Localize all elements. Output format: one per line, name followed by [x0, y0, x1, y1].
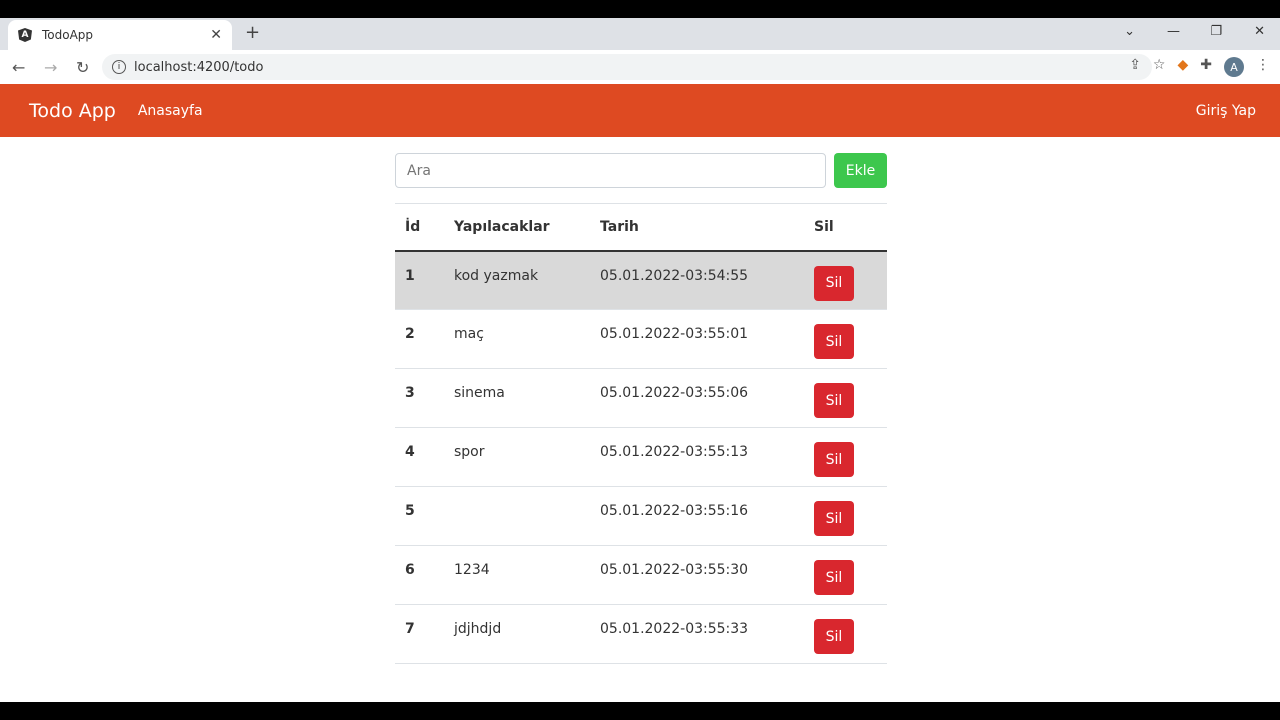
back-icon[interactable]: ←: [12, 58, 32, 77]
table-row: 7 jdjhdjd 05.01.2022-03:55:33 Sil: [395, 604, 887, 664]
column-header: Sil: [804, 203, 887, 252]
todo-task: [444, 486, 590, 546]
login-link[interactable]: Giriş Yap: [1196, 103, 1256, 119]
table-row: 2 maç 05.01.2022-03:55:01 Sil: [395, 309, 887, 369]
delete-button[interactable]: Sil: [814, 560, 854, 595]
delete-cell: Sil: [804, 545, 887, 605]
todo-date: 05.01.2022-03:55:01: [590, 309, 804, 369]
table-row: 6 1234 05.01.2022-03:55:30 Sil: [395, 545, 887, 605]
bookmark-star-icon[interactable]: ☆: [1153, 57, 1166, 77]
browser-tab[interactable]: A TodoApp ✕: [8, 20, 232, 50]
brand-link[interactable]: Todo App: [29, 100, 116, 122]
delete-cell: Sil: [804, 427, 887, 487]
navbar: Todo App Anasayfa Giriş Yap: [0, 84, 1280, 137]
tab-bar: A TodoApp ✕ + ⌄ — ❐ ✕: [0, 18, 1280, 50]
url-text: localhost:4200/todo: [134, 59, 264, 75]
column-header: Tarih: [590, 203, 804, 252]
address-bar: ← → ↻ i localhost:4200/todo ⇪ ☆ ◆ ✚ A ⋮: [0, 50, 1280, 84]
todo-date: 05.01.2022-03:55:33: [590, 604, 804, 664]
column-header: Yapılacaklar: [444, 203, 590, 252]
url-field[interactable]: i localhost:4200/todo: [102, 54, 1152, 80]
avatar[interactable]: A: [1224, 57, 1244, 77]
delete-cell: Sil: [804, 486, 887, 546]
delete-cell: Sil: [804, 250, 887, 310]
tab-search-icon[interactable]: ⌄: [1124, 24, 1135, 39]
info-icon[interactable]: i: [112, 60, 126, 74]
page: Todo App Anasayfa Giriş Yap Ekle İdYapıl…: [0, 84, 1280, 702]
todo-id: 2: [395, 309, 444, 369]
todo-date: 05.01.2022-03:55:06: [590, 368, 804, 428]
table-row: 5 05.01.2022-03:55:16 Sil: [395, 486, 887, 546]
todo-id: 7: [395, 604, 444, 664]
todo-id: 4: [395, 427, 444, 487]
todo-task: jdjhdjd: [444, 604, 590, 664]
search-input[interactable]: [395, 153, 826, 188]
share-icon[interactable]: ⇪: [1129, 57, 1141, 77]
todo-task: spor: [444, 427, 590, 487]
angular-icon: A: [18, 28, 32, 42]
restore-icon[interactable]: ❐: [1210, 24, 1222, 39]
todo-task: 1234: [444, 545, 590, 605]
add-button[interactable]: Ekle: [834, 153, 887, 188]
table-row: 4 spor 05.01.2022-03:55:13 Sil: [395, 427, 887, 487]
todo-id: 5: [395, 486, 444, 546]
delete-button[interactable]: Sil: [814, 324, 854, 359]
table-row: 1 kod yazmak 05.01.2022-03:54:55 Sil: [395, 250, 887, 310]
todo-task: kod yazmak: [444, 250, 590, 310]
todo-date: 05.01.2022-03:55:13: [590, 427, 804, 487]
todo-id: 3: [395, 368, 444, 428]
delete-button[interactable]: Sil: [814, 383, 854, 418]
todo-date: 05.01.2022-03:54:55: [590, 250, 804, 310]
reload-icon[interactable]: ↻: [76, 58, 96, 77]
todo-id: 6: [395, 545, 444, 605]
close-tab-icon[interactable]: ✕: [210, 27, 222, 43]
tab-title: TodoApp: [42, 28, 94, 42]
delete-cell: Sil: [804, 309, 887, 369]
delete-button[interactable]: Sil: [814, 442, 854, 477]
todo-table: İd Yapılacaklar Tarih Sil 1 kod yazmak 05.0…: [395, 203, 887, 664]
table-row: 3 sinema 05.01.2022-03:55:06 Sil: [395, 368, 887, 428]
forward-icon[interactable]: →: [44, 58, 64, 77]
minimize-icon[interactable]: —: [1167, 24, 1180, 39]
todo-id: 1: [395, 250, 444, 310]
delete-cell: Sil: [804, 368, 887, 428]
delete-button[interactable]: Sil: [814, 501, 854, 536]
todo-date: 05.01.2022-03:55:16: [590, 486, 804, 546]
column-header: İd: [395, 203, 444, 252]
new-tab-icon[interactable]: +: [245, 22, 260, 43]
todo-date: 05.01.2022-03:55:30: [590, 545, 804, 605]
delete-button[interactable]: Sil: [814, 265, 854, 301]
metamask-icon[interactable]: ◆: [1177, 57, 1188, 77]
menu-icon[interactable]: ⋮: [1256, 57, 1270, 77]
close-window-icon[interactable]: ✕: [1254, 24, 1265, 39]
todo-task: maç: [444, 309, 590, 369]
extensions-icon[interactable]: ✚: [1200, 57, 1212, 77]
todo-task: sinema: [444, 368, 590, 428]
delete-button[interactable]: Sil: [814, 619, 854, 654]
nav-home-link[interactable]: Anasayfa: [138, 103, 203, 119]
delete-cell: Sil: [804, 604, 887, 664]
